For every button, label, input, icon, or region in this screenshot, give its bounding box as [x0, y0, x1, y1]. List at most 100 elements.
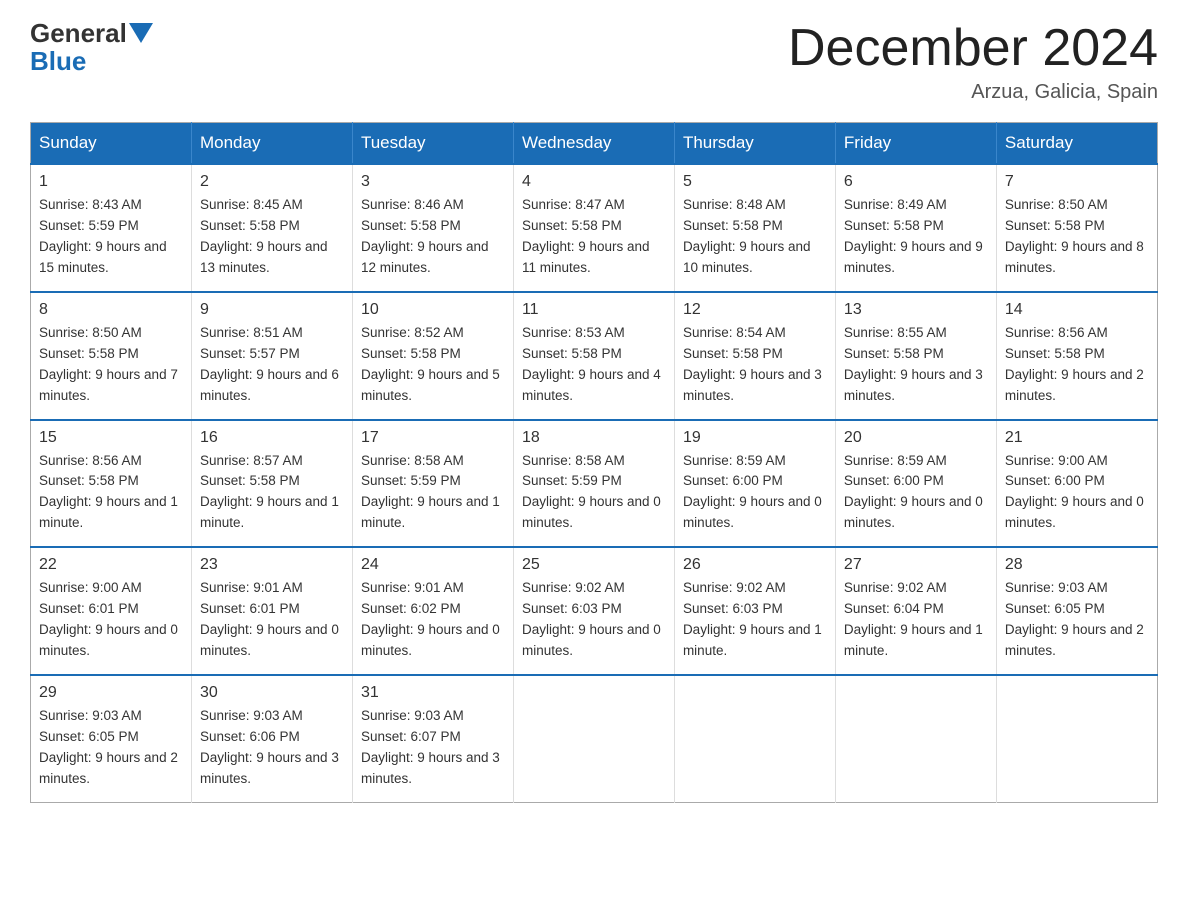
calendar-cell: 17 Sunrise: 8:58 AMSunset: 5:59 PMDaylig… — [352, 420, 513, 548]
day-number: 23 — [200, 556, 344, 574]
logo: General Blue — [30, 20, 155, 77]
calendar-cell: 27 Sunrise: 9:02 AMSunset: 6:04 PMDaylig… — [835, 547, 996, 675]
calendar-cell — [674, 675, 835, 802]
day-number: 27 — [844, 556, 988, 574]
day-number: 7 — [1005, 173, 1149, 191]
day-info: Sunrise: 8:58 AMSunset: 5:59 PMDaylight:… — [361, 451, 505, 535]
day-info: Sunrise: 8:57 AMSunset: 5:58 PMDaylight:… — [200, 451, 344, 535]
day-number: 30 — [200, 684, 344, 702]
calendar-cell: 7 Sunrise: 8:50 AMSunset: 5:58 PMDayligh… — [996, 164, 1157, 292]
day-info: Sunrise: 9:02 AMSunset: 6:03 PMDaylight:… — [522, 578, 666, 662]
day-number: 22 — [39, 556, 183, 574]
day-number: 6 — [844, 173, 988, 191]
calendar-week-row: 22 Sunrise: 9:00 AMSunset: 6:01 PMDaylig… — [31, 547, 1158, 675]
day-info: Sunrise: 8:53 AMSunset: 5:58 PMDaylight:… — [522, 323, 666, 407]
calendar-cell: 25 Sunrise: 9:02 AMSunset: 6:03 PMDaylig… — [513, 547, 674, 675]
weekday-header-friday: Friday — [835, 123, 996, 165]
calendar-cell: 8 Sunrise: 8:50 AMSunset: 5:58 PMDayligh… — [31, 292, 192, 420]
day-info: Sunrise: 8:50 AMSunset: 5:58 PMDaylight:… — [1005, 195, 1149, 279]
day-number: 15 — [39, 429, 183, 447]
weekday-header-saturday: Saturday — [996, 123, 1157, 165]
day-number: 2 — [200, 173, 344, 191]
day-number: 21 — [1005, 429, 1149, 447]
day-info: Sunrise: 8:52 AMSunset: 5:58 PMDaylight:… — [361, 323, 505, 407]
day-number: 16 — [200, 429, 344, 447]
day-info: Sunrise: 9:03 AMSunset: 6:07 PMDaylight:… — [361, 706, 505, 790]
day-info: Sunrise: 8:49 AMSunset: 5:58 PMDaylight:… — [844, 195, 988, 279]
weekday-header-row: SundayMondayTuesdayWednesdayThursdayFrid… — [31, 123, 1158, 165]
calendar-cell: 13 Sunrise: 8:55 AMSunset: 5:58 PMDaylig… — [835, 292, 996, 420]
day-info: Sunrise: 8:43 AMSunset: 5:59 PMDaylight:… — [39, 195, 183, 279]
day-number: 5 — [683, 173, 827, 191]
calendar-week-row: 8 Sunrise: 8:50 AMSunset: 5:58 PMDayligh… — [31, 292, 1158, 420]
day-info: Sunrise: 9:03 AMSunset: 6:05 PMDaylight:… — [39, 706, 183, 790]
calendar-cell: 23 Sunrise: 9:01 AMSunset: 6:01 PMDaylig… — [191, 547, 352, 675]
day-info: Sunrise: 8:51 AMSunset: 5:57 PMDaylight:… — [200, 323, 344, 407]
calendar-cell — [513, 675, 674, 802]
day-number: 13 — [844, 301, 988, 319]
calendar-cell: 5 Sunrise: 8:48 AMSunset: 5:58 PMDayligh… — [674, 164, 835, 292]
page-header: General Blue December 2024 Arzua, Galici… — [30, 20, 1158, 104]
logo-general: General — [30, 20, 127, 46]
calendar-cell: 6 Sunrise: 8:49 AMSunset: 5:58 PMDayligh… — [835, 164, 996, 292]
calendar-cell: 26 Sunrise: 9:02 AMSunset: 6:03 PMDaylig… — [674, 547, 835, 675]
day-number: 12 — [683, 301, 827, 319]
calendar-cell: 1 Sunrise: 8:43 AMSunset: 5:59 PMDayligh… — [31, 164, 192, 292]
day-info: Sunrise: 8:59 AMSunset: 6:00 PMDaylight:… — [683, 451, 827, 535]
calendar-week-row: 29 Sunrise: 9:03 AMSunset: 6:05 PMDaylig… — [31, 675, 1158, 802]
calendar-cell — [996, 675, 1157, 802]
day-number: 8 — [39, 301, 183, 319]
day-number: 11 — [522, 301, 666, 319]
weekday-header-thursday: Thursday — [674, 123, 835, 165]
day-number: 19 — [683, 429, 827, 447]
calendar-cell: 31 Sunrise: 9:03 AMSunset: 6:07 PMDaylig… — [352, 675, 513, 802]
calendar-week-row: 15 Sunrise: 8:56 AMSunset: 5:58 PMDaylig… — [31, 420, 1158, 548]
calendar-cell: 14 Sunrise: 8:56 AMSunset: 5:58 PMDaylig… — [996, 292, 1157, 420]
calendar-cell: 24 Sunrise: 9:01 AMSunset: 6:02 PMDaylig… — [352, 547, 513, 675]
day-info: Sunrise: 8:46 AMSunset: 5:58 PMDaylight:… — [361, 195, 505, 279]
day-number: 3 — [361, 173, 505, 191]
day-info: Sunrise: 8:45 AMSunset: 5:58 PMDaylight:… — [200, 195, 344, 279]
day-info: Sunrise: 8:55 AMSunset: 5:58 PMDaylight:… — [844, 323, 988, 407]
calendar-cell: 18 Sunrise: 8:58 AMSunset: 5:59 PMDaylig… — [513, 420, 674, 548]
day-number: 10 — [361, 301, 505, 319]
calendar-cell: 16 Sunrise: 8:57 AMSunset: 5:58 PMDaylig… — [191, 420, 352, 548]
day-number: 20 — [844, 429, 988, 447]
day-info: Sunrise: 8:56 AMSunset: 5:58 PMDaylight:… — [39, 451, 183, 535]
day-info: Sunrise: 8:48 AMSunset: 5:58 PMDaylight:… — [683, 195, 827, 279]
calendar-cell: 29 Sunrise: 9:03 AMSunset: 6:05 PMDaylig… — [31, 675, 192, 802]
calendar-table: SundayMondayTuesdayWednesdayThursdayFrid… — [30, 122, 1158, 802]
day-number: 14 — [1005, 301, 1149, 319]
calendar-cell: 3 Sunrise: 8:46 AMSunset: 5:58 PMDayligh… — [352, 164, 513, 292]
calendar-week-row: 1 Sunrise: 8:43 AMSunset: 5:59 PMDayligh… — [31, 164, 1158, 292]
day-number: 4 — [522, 173, 666, 191]
calendar-cell: 19 Sunrise: 8:59 AMSunset: 6:00 PMDaylig… — [674, 420, 835, 548]
day-number: 29 — [39, 684, 183, 702]
location: Arzua, Galicia, Spain — [788, 81, 1158, 104]
calendar-cell: 2 Sunrise: 8:45 AMSunset: 5:58 PMDayligh… — [191, 164, 352, 292]
calendar-cell: 9 Sunrise: 8:51 AMSunset: 5:57 PMDayligh… — [191, 292, 352, 420]
day-number: 31 — [361, 684, 505, 702]
day-info: Sunrise: 9:03 AMSunset: 6:05 PMDaylight:… — [1005, 578, 1149, 662]
day-info: Sunrise: 9:02 AMSunset: 6:04 PMDaylight:… — [844, 578, 988, 662]
calendar-cell: 10 Sunrise: 8:52 AMSunset: 5:58 PMDaylig… — [352, 292, 513, 420]
day-number: 9 — [200, 301, 344, 319]
logo-triangle-icon — [129, 23, 153, 43]
logo-blue: Blue — [30, 46, 86, 76]
calendar-cell — [835, 675, 996, 802]
day-info: Sunrise: 9:01 AMSunset: 6:01 PMDaylight:… — [200, 578, 344, 662]
day-number: 18 — [522, 429, 666, 447]
title-section: December 2024 Arzua, Galicia, Spain — [788, 20, 1158, 104]
day-number: 25 — [522, 556, 666, 574]
calendar-cell: 20 Sunrise: 8:59 AMSunset: 6:00 PMDaylig… — [835, 420, 996, 548]
calendar-cell: 4 Sunrise: 8:47 AMSunset: 5:58 PMDayligh… — [513, 164, 674, 292]
day-info: Sunrise: 8:47 AMSunset: 5:58 PMDaylight:… — [522, 195, 666, 279]
day-info: Sunrise: 9:01 AMSunset: 6:02 PMDaylight:… — [361, 578, 505, 662]
day-info: Sunrise: 8:59 AMSunset: 6:00 PMDaylight:… — [844, 451, 988, 535]
calendar-cell: 12 Sunrise: 8:54 AMSunset: 5:58 PMDaylig… — [674, 292, 835, 420]
day-info: Sunrise: 9:00 AMSunset: 6:01 PMDaylight:… — [39, 578, 183, 662]
calendar-cell: 22 Sunrise: 9:00 AMSunset: 6:01 PMDaylig… — [31, 547, 192, 675]
day-number: 28 — [1005, 556, 1149, 574]
day-info: Sunrise: 8:50 AMSunset: 5:58 PMDaylight:… — [39, 323, 183, 407]
day-number: 26 — [683, 556, 827, 574]
